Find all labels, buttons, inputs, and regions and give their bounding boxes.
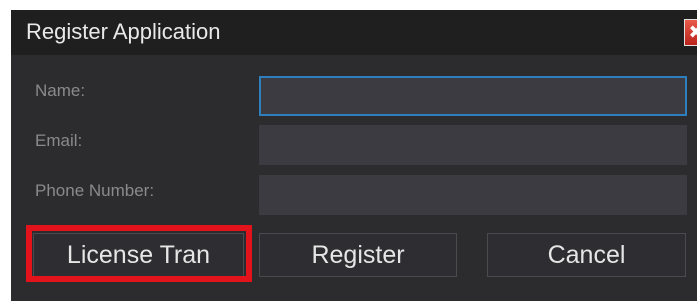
phone-number-input[interactable] — [259, 175, 687, 215]
close-icon: ✖ — [688, 22, 697, 42]
register-button[interactable]: Register — [259, 233, 457, 277]
email-input[interactable] — [259, 125, 687, 165]
license-transfer-button[interactable]: License Tran — [33, 233, 244, 277]
window-title: Register Application — [26, 19, 221, 44]
close-button[interactable]: ✖ — [684, 19, 697, 46]
cancel-button[interactable]: Cancel — [487, 233, 686, 277]
phone-number-label: Phone Number: — [35, 181, 155, 200]
register-application-dialog: Register Application ✖ Name: Email: Phon… — [11, 10, 697, 301]
title-bar: Register Application ✖ — [11, 10, 697, 55]
name-input[interactable] — [259, 76, 687, 116]
email-label: Email: — [35, 131, 83, 150]
name-label: Name: — [35, 81, 86, 100]
